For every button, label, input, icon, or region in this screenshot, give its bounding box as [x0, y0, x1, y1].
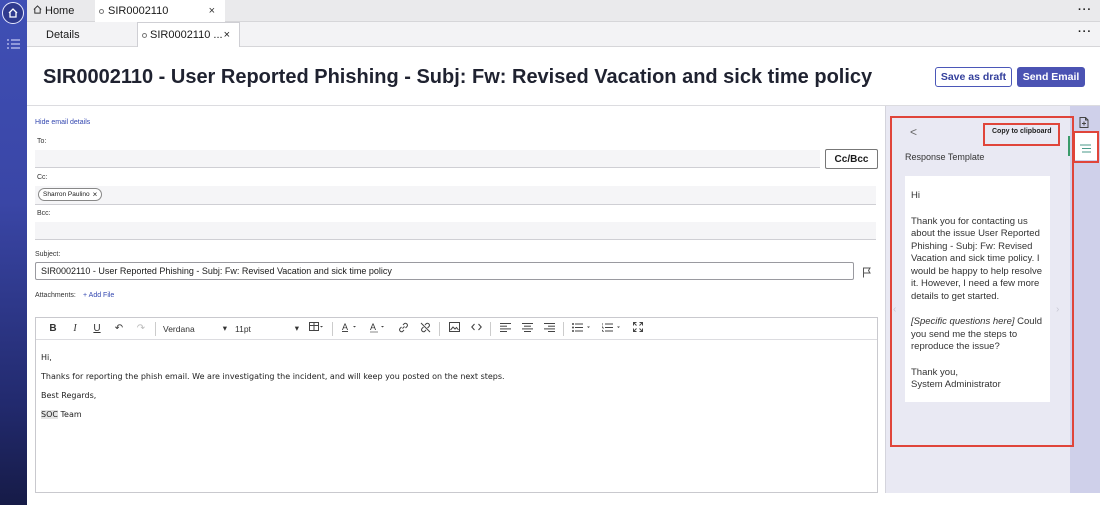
toolbar-divider — [332, 321, 333, 336]
status-dot-icon — [142, 32, 147, 38]
font-family-select[interactable]: Verdana ▾ — [159, 323, 231, 334]
footer-area — [27, 493, 1100, 505]
tab-record-label: SIR0002110 — [108, 5, 169, 17]
side-tool-strip — [1070, 106, 1100, 493]
subject-value: SIR0002110 - User Reported Phishing - Su… — [41, 266, 392, 276]
tab-home-label: Home — [45, 5, 75, 17]
image-icon[interactable] — [443, 322, 465, 335]
save-as-draft-button[interactable]: Save as draft — [935, 67, 1012, 87]
body-line: Thanks for reporting the phish email. We… — [41, 372, 505, 381]
flag-icon[interactable] — [862, 265, 872, 278]
highlighted-text: SOC — [41, 410, 58, 419]
status-dot-icon — [99, 8, 104, 14]
recipient-name: Sharron Paulino — [43, 191, 90, 198]
remove-recipient-icon[interactable]: × — [93, 190, 98, 199]
tab-home[interactable]: Home — [33, 0, 74, 22]
cc-label: Cc: — [37, 174, 48, 181]
svg-text:A: A — [370, 322, 376, 332]
body-line: Hi, — [41, 353, 52, 362]
home-icon[interactable] — [2, 2, 24, 24]
app-window: Home SIR0002110 × ··· Details SIR0002110… — [0, 0, 1100, 505]
cc-bcc-button[interactable]: Cc/Bcc — [825, 149, 878, 169]
to-field[interactable] — [35, 150, 820, 168]
chevron-down-icon: ▾ — [222, 323, 227, 333]
list-icon[interactable] — [7, 36, 20, 49]
add-file-link[interactable]: + Add File — [83, 292, 114, 299]
email-body[interactable]: Hi, Thanks for reporting the phish email… — [36, 340, 877, 432]
chevron-down-icon: ▾ — [294, 323, 299, 333]
bcc-label: Bcc: — [37, 210, 51, 217]
toolbar-divider — [490, 321, 491, 336]
align-center-icon[interactable] — [516, 322, 538, 335]
toolbar-divider — [155, 321, 156, 336]
top-tab-bar: Home SIR0002110 × ··· — [27, 0, 1100, 22]
font-family-value: Verdana — [163, 323, 195, 334]
page-title: SIR0002110 - User Reported Phishing - Su… — [43, 66, 873, 88]
tab-email-record-label: SIR0002110 ... — [150, 29, 223, 41]
tab-details-label: Details — [46, 28, 80, 41]
font-color-icon[interactable]: A — [336, 322, 364, 336]
cc-recipient-chip: Sharron Paulino × — [38, 188, 103, 201]
cc-field[interactable] — [35, 186, 876, 205]
font-size-select[interactable]: 11pt ▾ — [231, 323, 303, 334]
toolbar-divider — [439, 321, 440, 336]
body-line: SOC Team — [41, 405, 872, 424]
tab-email-record[interactable]: SIR0002110 ... × — [137, 22, 240, 47]
code-icon[interactable] — [465, 323, 487, 334]
editor-toolbar: B I U ↶ ↷ Verdana ▾ 11pt ▾ A A — [36, 318, 877, 340]
highlight-color-icon[interactable]: A — [364, 322, 392, 336]
highlight-annotation-box — [1073, 131, 1099, 163]
subject-input[interactable]: SIR0002110 - User Reported Phishing - Su… — [35, 262, 854, 280]
tab-details[interactable]: Details — [46, 22, 80, 47]
align-right-icon[interactable] — [538, 322, 560, 335]
font-size-value: 11pt — [235, 323, 251, 334]
redo-button[interactable]: ↷ — [130, 323, 152, 334]
close-subtab-icon[interactable]: × — [224, 29, 230, 41]
table-icon[interactable] — [303, 322, 329, 335]
highlight-annotation-box — [890, 116, 1074, 447]
more-options-icon[interactable]: ··· — [1078, 26, 1092, 38]
body-line: Best Regards, — [41, 391, 97, 400]
send-email-button[interactable]: Send Email — [1017, 67, 1085, 87]
email-body-editor: B I U ↶ ↷ Verdana ▾ 11pt ▾ A A Hi, Thank… — [35, 317, 878, 493]
align-left-icon[interactable] — [494, 322, 516, 335]
close-tab-icon[interactable]: × — [209, 5, 215, 17]
toolbar-divider — [563, 321, 564, 336]
tab-record[interactable]: SIR0002110 × — [95, 0, 225, 22]
link-icon[interactable] — [392, 322, 414, 336]
bullet-list-icon[interactable] — [567, 322, 597, 335]
more-options-icon[interactable]: ··· — [1078, 4, 1092, 16]
left-rail — [0, 0, 27, 505]
bcc-field[interactable] — [35, 222, 876, 240]
attachments-label: Attachments: — [35, 292, 76, 299]
unlink-icon[interactable] — [414, 322, 436, 336]
svg-text:A: A — [342, 322, 348, 332]
home-tab-icon — [33, 5, 42, 17]
undo-button[interactable]: ↶ — [108, 323, 130, 334]
fullscreen-icon[interactable] — [627, 322, 649, 335]
numbered-list-icon[interactable] — [597, 322, 627, 335]
sub-tab-bar: Details SIR0002110 ... × ··· — [27, 22, 1100, 47]
subject-label: Subject: — [35, 251, 61, 258]
italic-button[interactable]: I — [64, 323, 86, 334]
bold-button[interactable]: B — [42, 323, 64, 334]
body-text-fragment: Team — [57, 410, 82, 419]
underline-button[interactable]: U — [86, 323, 108, 334]
hide-email-details-link[interactable]: Hide email details — [35, 119, 90, 126]
to-label: To: — [37, 138, 47, 145]
